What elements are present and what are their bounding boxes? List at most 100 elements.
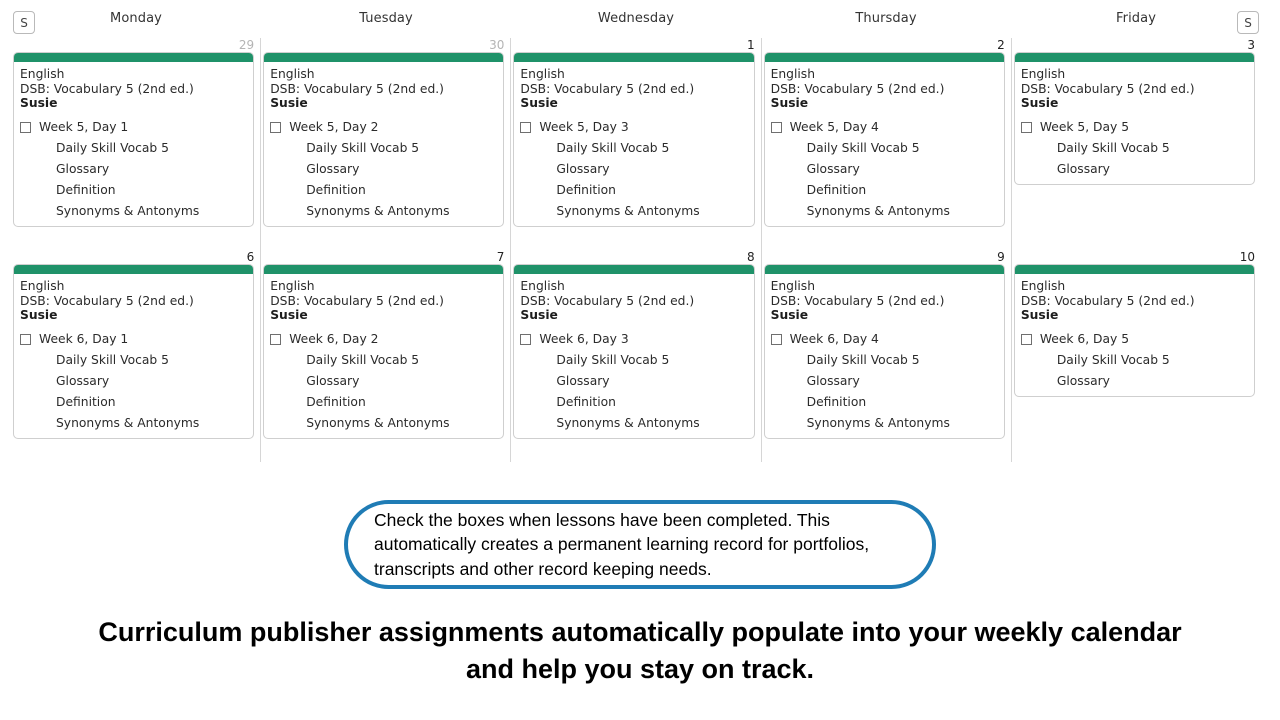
day-cell[interactable]: 29 English DSB: Vocabulary 5 (2nd ed.) Susi…	[11, 38, 260, 250]
card-student-name: Susie	[770, 96, 809, 110]
calendar-column-monday: 29 English DSB: Vocabulary 5 (2nd ed.) Susi…	[11, 38, 262, 462]
lesson-task-row[interactable]: Week 6, Day 3	[514, 331, 753, 346]
lesson-task-row[interactable]: Week 5, Day 3	[514, 119, 753, 134]
day-cell[interactable]: 9 English DSB: Vocabulary 5 (2nd ed.) Susie…	[762, 250, 1011, 462]
day-cell[interactable]: 7 English DSB: Vocabulary 5 (2nd ed.) Susie…	[261, 250, 510, 462]
assignment-card[interactable]: English DSB: Vocabulary 5 (2nd ed.) Susie W…	[1013, 264, 1256, 397]
card-subject: English	[20, 279, 65, 293]
card-subject: English	[1020, 67, 1066, 81]
card-body: English DSB: Vocabulary 5 (2nd ed.) Susie W…	[1015, 274, 1254, 396]
lesson-complete-checkbox[interactable]	[1020, 121, 1032, 133]
lesson-task-label: Week 6, Day 1	[39, 331, 129, 346]
lesson-task-label: Week 5, Day 3	[539, 119, 629, 134]
card-color-bar	[764, 53, 1004, 62]
lesson-item: Glossary	[56, 161, 110, 176]
lesson-task-label: Week 5, Day 4	[789, 119, 879, 134]
card-subject: English	[20, 67, 65, 81]
assignment-card[interactable]: English DSB: Vocabulary 5 (2nd ed.) Susie W…	[1013, 52, 1256, 185]
lesson-item: Daily Skill Vocab 5	[556, 352, 670, 367]
card-color-bar	[514, 265, 754, 274]
day-number: 30	[489, 38, 505, 52]
lesson-task-row[interactable]: Week 6, Day 1	[14, 331, 253, 346]
calendar-column-wednesday: 1 English DSB: Vocabulary 5 (2nd ed.) Susie…	[511, 38, 762, 462]
weekday-header-tuesday: Tuesday	[359, 11, 413, 26]
lesson-task-row[interactable]: Week 5, Day 1	[14, 120, 253, 134]
day-number: 10	[1239, 250, 1256, 264]
day-cell[interactable]: 2 English DSB: Vocabulary 5 (2nd ed.) Susie…	[762, 38, 1011, 250]
card-body: English DSB: Vocabulary 5 (2nd ed.) Susie W…	[14, 274, 253, 438]
lesson-task-row[interactable]: Week 5, Day 2	[264, 120, 503, 134]
lesson-task-row[interactable]: Week 5, Day 4	[765, 119, 1004, 134]
day-cell[interactable]: 8 English DSB: Vocabulary 5 (2nd ed.) Susie…	[511, 250, 760, 462]
lesson-item: Synonyms & Antonyms	[806, 415, 950, 430]
card-student-name: Susie	[520, 96, 558, 110]
card-subject: English	[520, 67, 565, 81]
lesson-complete-checkbox[interactable]	[1020, 333, 1032, 345]
card-body: English DSB: Vocabulary 5 (2nd ed.) Susie W…	[514, 274, 753, 438]
lesson-complete-checkbox[interactable]	[270, 121, 282, 133]
day-number: 7	[496, 250, 505, 264]
assignment-card[interactable]: English DSB: Vocabulary 5 (2nd ed.) Susie W…	[513, 264, 755, 439]
day-number: 2	[997, 38, 1005, 52]
assignment-card[interactable]: English DSB: Vocabulary 5 (2nd ed.) Susie W…	[13, 52, 255, 227]
lesson-task-row[interactable]: Week 6, Day 5	[1015, 331, 1254, 346]
lesson-task-row[interactable]: Week 6, Day 2	[264, 332, 503, 346]
card-body: English DSB: Vocabulary 5 (2nd ed.) Susie W…	[1015, 62, 1254, 184]
lesson-item: Daily Skill Vocab 5	[1056, 140, 1170, 155]
assignment-card[interactable]: English DSB: Vocabulary 5 (2nd ed.) Susie W…	[763, 52, 1005, 227]
lesson-complete-checkbox[interactable]	[270, 333, 282, 345]
day-cell[interactable]: 1 English DSB: Vocabulary 5 (2nd ed.) Susie…	[511, 38, 760, 250]
lesson-item: Glossary	[306, 373, 360, 388]
card-body: English DSB: Vocabulary 5 (2nd ed.) Susie W…	[264, 274, 503, 438]
calendar-column-thursday: 2 English DSB: Vocabulary 5 (2nd ed.) Susie…	[762, 38, 1012, 462]
lesson-complete-checkbox[interactable]	[20, 121, 31, 133]
card-color-bar	[764, 265, 1004, 274]
lesson-item: Definition	[556, 394, 616, 409]
lesson-item: Definition	[806, 394, 867, 409]
day-number: 9	[997, 250, 1005, 264]
card-color-bar	[264, 265, 504, 274]
day-cell[interactable]: 3 English DSB: Vocabulary 5 (2nd ed.) Susie…	[1012, 38, 1261, 250]
day-cell[interactable]: 30 English DSB: Vocabulary 5 (2nd ed.) Susi…	[261, 38, 510, 250]
footer-headline: Curriculum publisher assignments automat…	[98, 617, 1182, 684]
card-course: DSB: Vocabulary 5 (2nd ed.)	[270, 293, 444, 308]
card-student-name: Susie	[270, 96, 308, 110]
lesson-task-label: Week 6, Day 3	[539, 331, 629, 346]
assignment-card[interactable]: English DSB: Vocabulary 5 (2nd ed.) Susie W…	[763, 264, 1005, 439]
card-student-name: Susie	[1020, 96, 1059, 110]
lesson-item: Synonyms & Antonyms	[556, 415, 700, 430]
card-student-name: Susie	[20, 96, 58, 110]
weekday-header-row: Monday Tuesday Wednesday Thursday Friday	[11, 0, 1261, 38]
card-color-bar	[14, 53, 254, 62]
day-cell[interactable]: 6 English DSB: Vocabulary 5 (2nd ed.) Susie…	[11, 250, 260, 462]
card-course: DSB: Vocabulary 5 (2nd ed.)	[20, 293, 194, 308]
card-course: DSB: Vocabulary 5 (2nd ed.)	[770, 293, 945, 308]
assignment-card[interactable]: English DSB: Vocabulary 5 (2nd ed.) Susie W…	[263, 52, 505, 227]
lesson-complete-checkbox[interactable]	[770, 121, 782, 133]
assignment-card[interactable]: English DSB: Vocabulary 5 (2nd ed.) Susie W…	[263, 264, 505, 439]
lesson-complete-checkbox[interactable]	[20, 333, 31, 345]
day-cell[interactable]: 10 English DSB: Vocabulary 5 (2nd ed.) Susi…	[1012, 250, 1261, 462]
lesson-complete-checkbox[interactable]	[520, 121, 532, 133]
assignment-card[interactable]: English DSB: Vocabulary 5 (2nd ed.) Susie W…	[513, 52, 755, 227]
calendar-page: S S Monday Tuesday Wednesday Thursday Friday…	[0, 0, 1280, 720]
card-color-bar	[264, 53, 504, 62]
lesson-item: Daily Skill Vocab 5	[56, 140, 169, 155]
lesson-item: Definition	[56, 394, 116, 409]
lesson-complete-checkbox[interactable]	[520, 333, 532, 345]
lesson-item: Daily Skill Vocab 5	[306, 352, 420, 367]
lesson-task-row[interactable]: Week 5, Day 5	[1015, 120, 1254, 134]
card-body: English DSB: Vocabulary 5 (2nd ed.) Susie W…	[765, 62, 1004, 226]
lesson-task-label: Week 6, Day 5	[1039, 331, 1130, 346]
lesson-item: Glossary	[1056, 373, 1110, 388]
lesson-item: Glossary	[306, 161, 360, 176]
calendar-column-friday: 3 English DSB: Vocabulary 5 (2nd ed.) Susie…	[1012, 38, 1261, 462]
assignment-card[interactable]: English DSB: Vocabulary 5 (2nd ed.) Susie W…	[13, 264, 255, 439]
card-body: English DSB: Vocabulary 5 (2nd ed.) Susie W…	[514, 62, 753, 226]
card-course: DSB: Vocabulary 5 (2nd ed.)	[270, 81, 444, 96]
card-student-name: Susie	[520, 308, 558, 322]
lesson-complete-checkbox[interactable]	[770, 333, 782, 345]
lesson-item: Synonyms & Antonyms	[306, 203, 450, 218]
card-subject: English	[270, 67, 315, 81]
lesson-task-row[interactable]: Week 6, Day 4	[765, 332, 1004, 346]
